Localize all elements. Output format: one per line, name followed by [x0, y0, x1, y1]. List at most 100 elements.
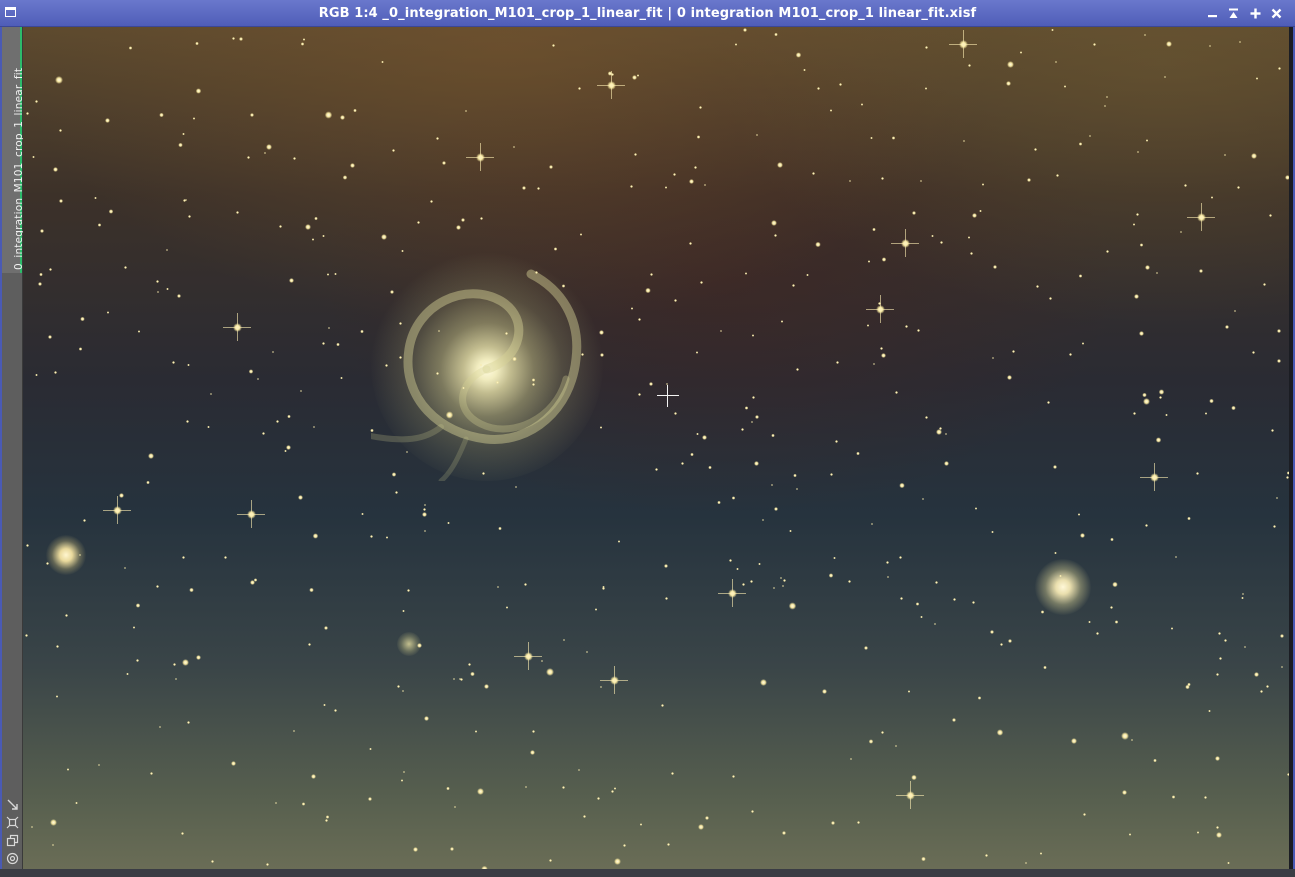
star	[540, 660, 544, 663]
star	[35, 373, 39, 377]
star	[459, 677, 463, 682]
star	[1208, 44, 1212, 48]
star	[1145, 139, 1149, 142]
star	[545, 668, 554, 676]
star	[182, 199, 186, 203]
star	[1287, 772, 1289, 777]
star	[771, 433, 775, 438]
maximize-button[interactable]	[1247, 5, 1264, 22]
star	[962, 139, 966, 143]
star	[381, 61, 384, 64]
star-spike	[962, 30, 964, 58]
star	[939, 426, 943, 431]
star	[872, 362, 876, 366]
star	[391, 472, 397, 477]
star	[680, 462, 684, 465]
star	[1227, 861, 1230, 865]
star	[638, 392, 642, 396]
star	[476, 788, 484, 796]
star	[186, 420, 189, 423]
minimize-button[interactable]	[1204, 5, 1221, 22]
star	[700, 281, 704, 285]
star	[401, 689, 405, 693]
star	[424, 530, 427, 533]
star	[830, 821, 835, 826]
star	[209, 392, 213, 396]
image-viewport[interactable]	[23, 27, 1289, 869]
target-button[interactable]	[6, 850, 19, 865]
star	[361, 512, 364, 515]
star	[512, 145, 516, 149]
star	[55, 644, 59, 648]
star	[276, 420, 279, 423]
star	[779, 576, 783, 580]
star	[453, 805, 456, 808]
star	[39, 272, 43, 277]
close-icon	[1271, 8, 1282, 19]
star	[731, 495, 736, 500]
star	[856, 451, 860, 456]
star	[864, 646, 868, 650]
star	[287, 415, 291, 419]
close-button[interactable]	[1268, 5, 1285, 22]
star	[581, 353, 584, 356]
star	[310, 774, 317, 780]
star	[637, 74, 640, 77]
star	[1233, 309, 1237, 312]
star	[751, 421, 754, 424]
star	[148, 453, 154, 459]
star	[793, 474, 797, 478]
star	[1224, 638, 1228, 643]
star	[967, 63, 971, 67]
star	[446, 786, 451, 791]
star	[312, 425, 316, 429]
shade-button[interactable]	[1225, 5, 1242, 22]
star	[1064, 85, 1067, 88]
star	[422, 508, 426, 512]
star	[1051, 28, 1054, 32]
star	[339, 114, 346, 121]
star	[289, 278, 294, 283]
star	[46, 562, 49, 565]
star	[1132, 223, 1136, 226]
star	[816, 87, 820, 91]
star	[1081, 342, 1084, 345]
view-identifier-tab[interactable]: 0_integration_M101_crop_1_linear_fit	[2, 27, 25, 273]
star	[532, 729, 536, 734]
star	[694, 166, 697, 170]
star	[1272, 525, 1276, 529]
star	[536, 186, 540, 190]
star	[334, 272, 337, 276]
star	[752, 395, 756, 399]
star	[429, 199, 433, 203]
star	[349, 162, 355, 168]
star	[1096, 632, 1099, 635]
star	[789, 529, 793, 533]
star-spike	[479, 143, 481, 171]
star	[1254, 672, 1260, 677]
star	[1165, 414, 1168, 417]
star	[1133, 293, 1140, 300]
clone-view-button[interactable]	[6, 832, 19, 847]
star	[446, 521, 450, 525]
star	[1139, 243, 1143, 247]
star-spike	[610, 71, 612, 99]
star	[736, 567, 740, 571]
star	[47, 334, 52, 339]
star	[1241, 596, 1245, 600]
star	[701, 435, 707, 441]
fit-view-button[interactable]	[6, 796, 19, 810]
star	[325, 111, 333, 119]
star	[1046, 400, 1050, 404]
star	[704, 815, 709, 821]
star	[1131, 738, 1134, 741]
title-bar[interactable]: RGB 1:4 _0_integration_M101_crop_1_linea…	[0, 0, 1295, 27]
star	[815, 241, 822, 248]
zoom-to-fit-button[interactable]	[6, 814, 19, 829]
star	[633, 153, 637, 157]
star	[178, 142, 183, 148]
star	[1145, 524, 1149, 528]
star	[390, 290, 395, 295]
star	[977, 696, 981, 700]
star	[1053, 551, 1057, 555]
